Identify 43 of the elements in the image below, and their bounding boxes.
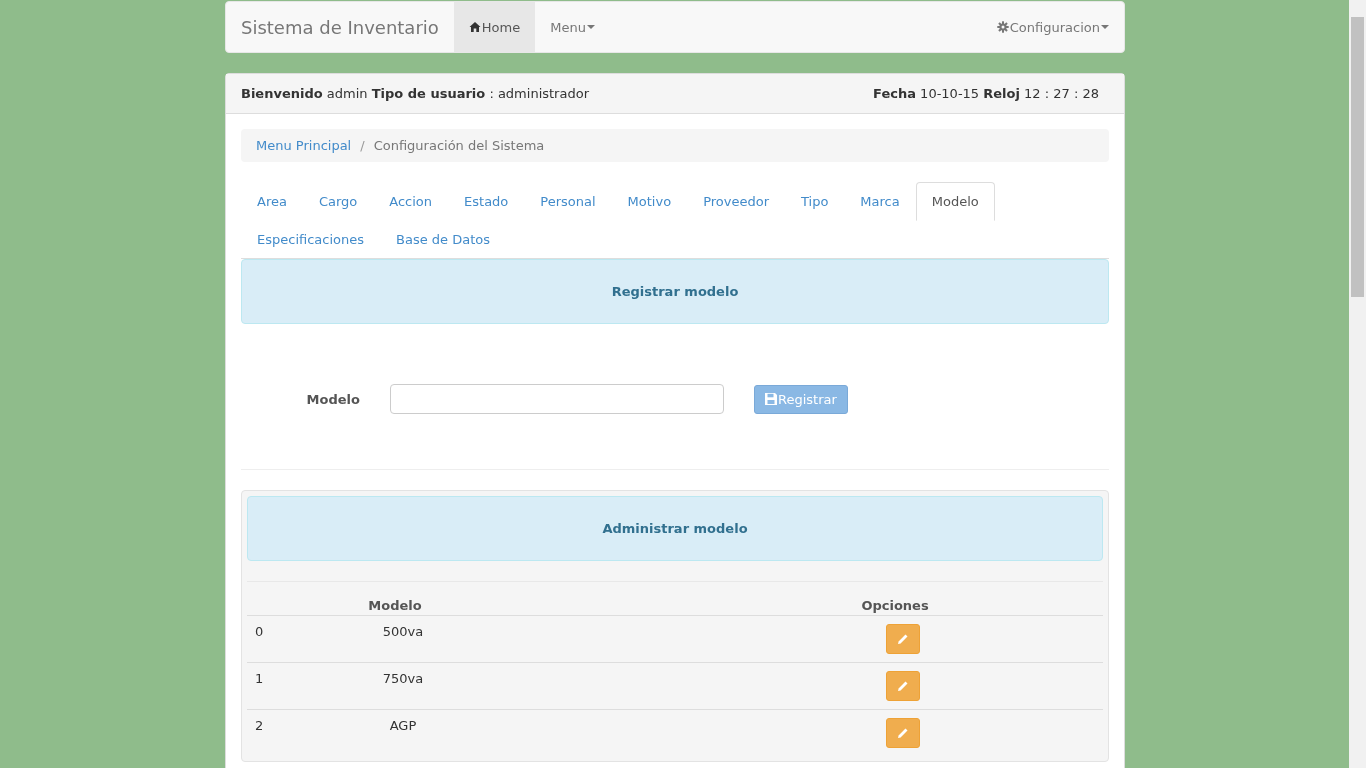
edit-button[interactable] bbox=[886, 624, 920, 654]
tab[interactable]: Tipo bbox=[785, 182, 845, 221]
table-cell: 750va bbox=[382, 671, 424, 686]
tab[interactable]: Modelo bbox=[915, 182, 995, 221]
welcome-text: Bienvenido admin Tipo de usuario : administrador bbox=[241, 86, 589, 101]
pencil-icon bbox=[897, 680, 909, 692]
field-label: Modelo bbox=[305, 391, 360, 407]
register-button[interactable]: Registrar bbox=[754, 384, 848, 414]
tab[interactable]: Area bbox=[241, 182, 303, 221]
table-cell: 0 bbox=[255, 624, 264, 639]
settings-icon bbox=[996, 21, 1009, 33]
breadcrumb-link[interactable]: Menu Principal bbox=[256, 138, 352, 153]
column-header: Modelo bbox=[367, 598, 423, 613]
nav-item[interactable]: Menu bbox=[535, 2, 610, 52]
tab[interactable]: Accion bbox=[373, 182, 449, 221]
pencil-icon bbox=[897, 633, 909, 645]
table-cell: 2 bbox=[255, 718, 264, 733]
scrollbar[interactable] bbox=[1349, 0, 1366, 768]
tab[interactable]: Personal bbox=[524, 182, 612, 221]
save-icon bbox=[765, 393, 777, 405]
home-icon bbox=[468, 21, 481, 33]
pencil-icon bbox=[897, 727, 909, 739]
tab[interactable]: Base de Datos bbox=[380, 220, 506, 259]
tab[interactable]: Marca bbox=[844, 182, 916, 221]
tab[interactable]: Estado bbox=[448, 182, 525, 221]
tab[interactable]: Proveedor bbox=[687, 182, 785, 221]
breadcrumb-current: Configuración del Sistema bbox=[373, 138, 545, 153]
edit-button[interactable] bbox=[886, 671, 920, 701]
admin-header: Administrar modelo bbox=[247, 496, 1103, 561]
brand-title[interactable]: Sistema de Inventario bbox=[226, 2, 454, 52]
tab[interactable]: Especificaciones bbox=[241, 220, 381, 259]
input-field[interactable] bbox=[390, 384, 724, 414]
nav-item[interactable]: Home bbox=[453, 2, 536, 52]
table-cell: 1 bbox=[255, 671, 264, 686]
table-cell: AGP bbox=[389, 718, 417, 733]
tab[interactable]: Cargo bbox=[302, 182, 374, 221]
date-clock: Fecha 10-10-15 Reloj 12 : 27 : 28 bbox=[873, 86, 1099, 101]
breadcrumb-separator: / bbox=[360, 138, 365, 153]
tab[interactable]: Motivo bbox=[611, 182, 688, 221]
register-header: Registrar modelo bbox=[241, 259, 1109, 324]
edit-button[interactable] bbox=[886, 718, 920, 748]
settings-menu[interactable]: Configuracion bbox=[981, 2, 1124, 52]
table-cell: 500va bbox=[382, 624, 424, 639]
